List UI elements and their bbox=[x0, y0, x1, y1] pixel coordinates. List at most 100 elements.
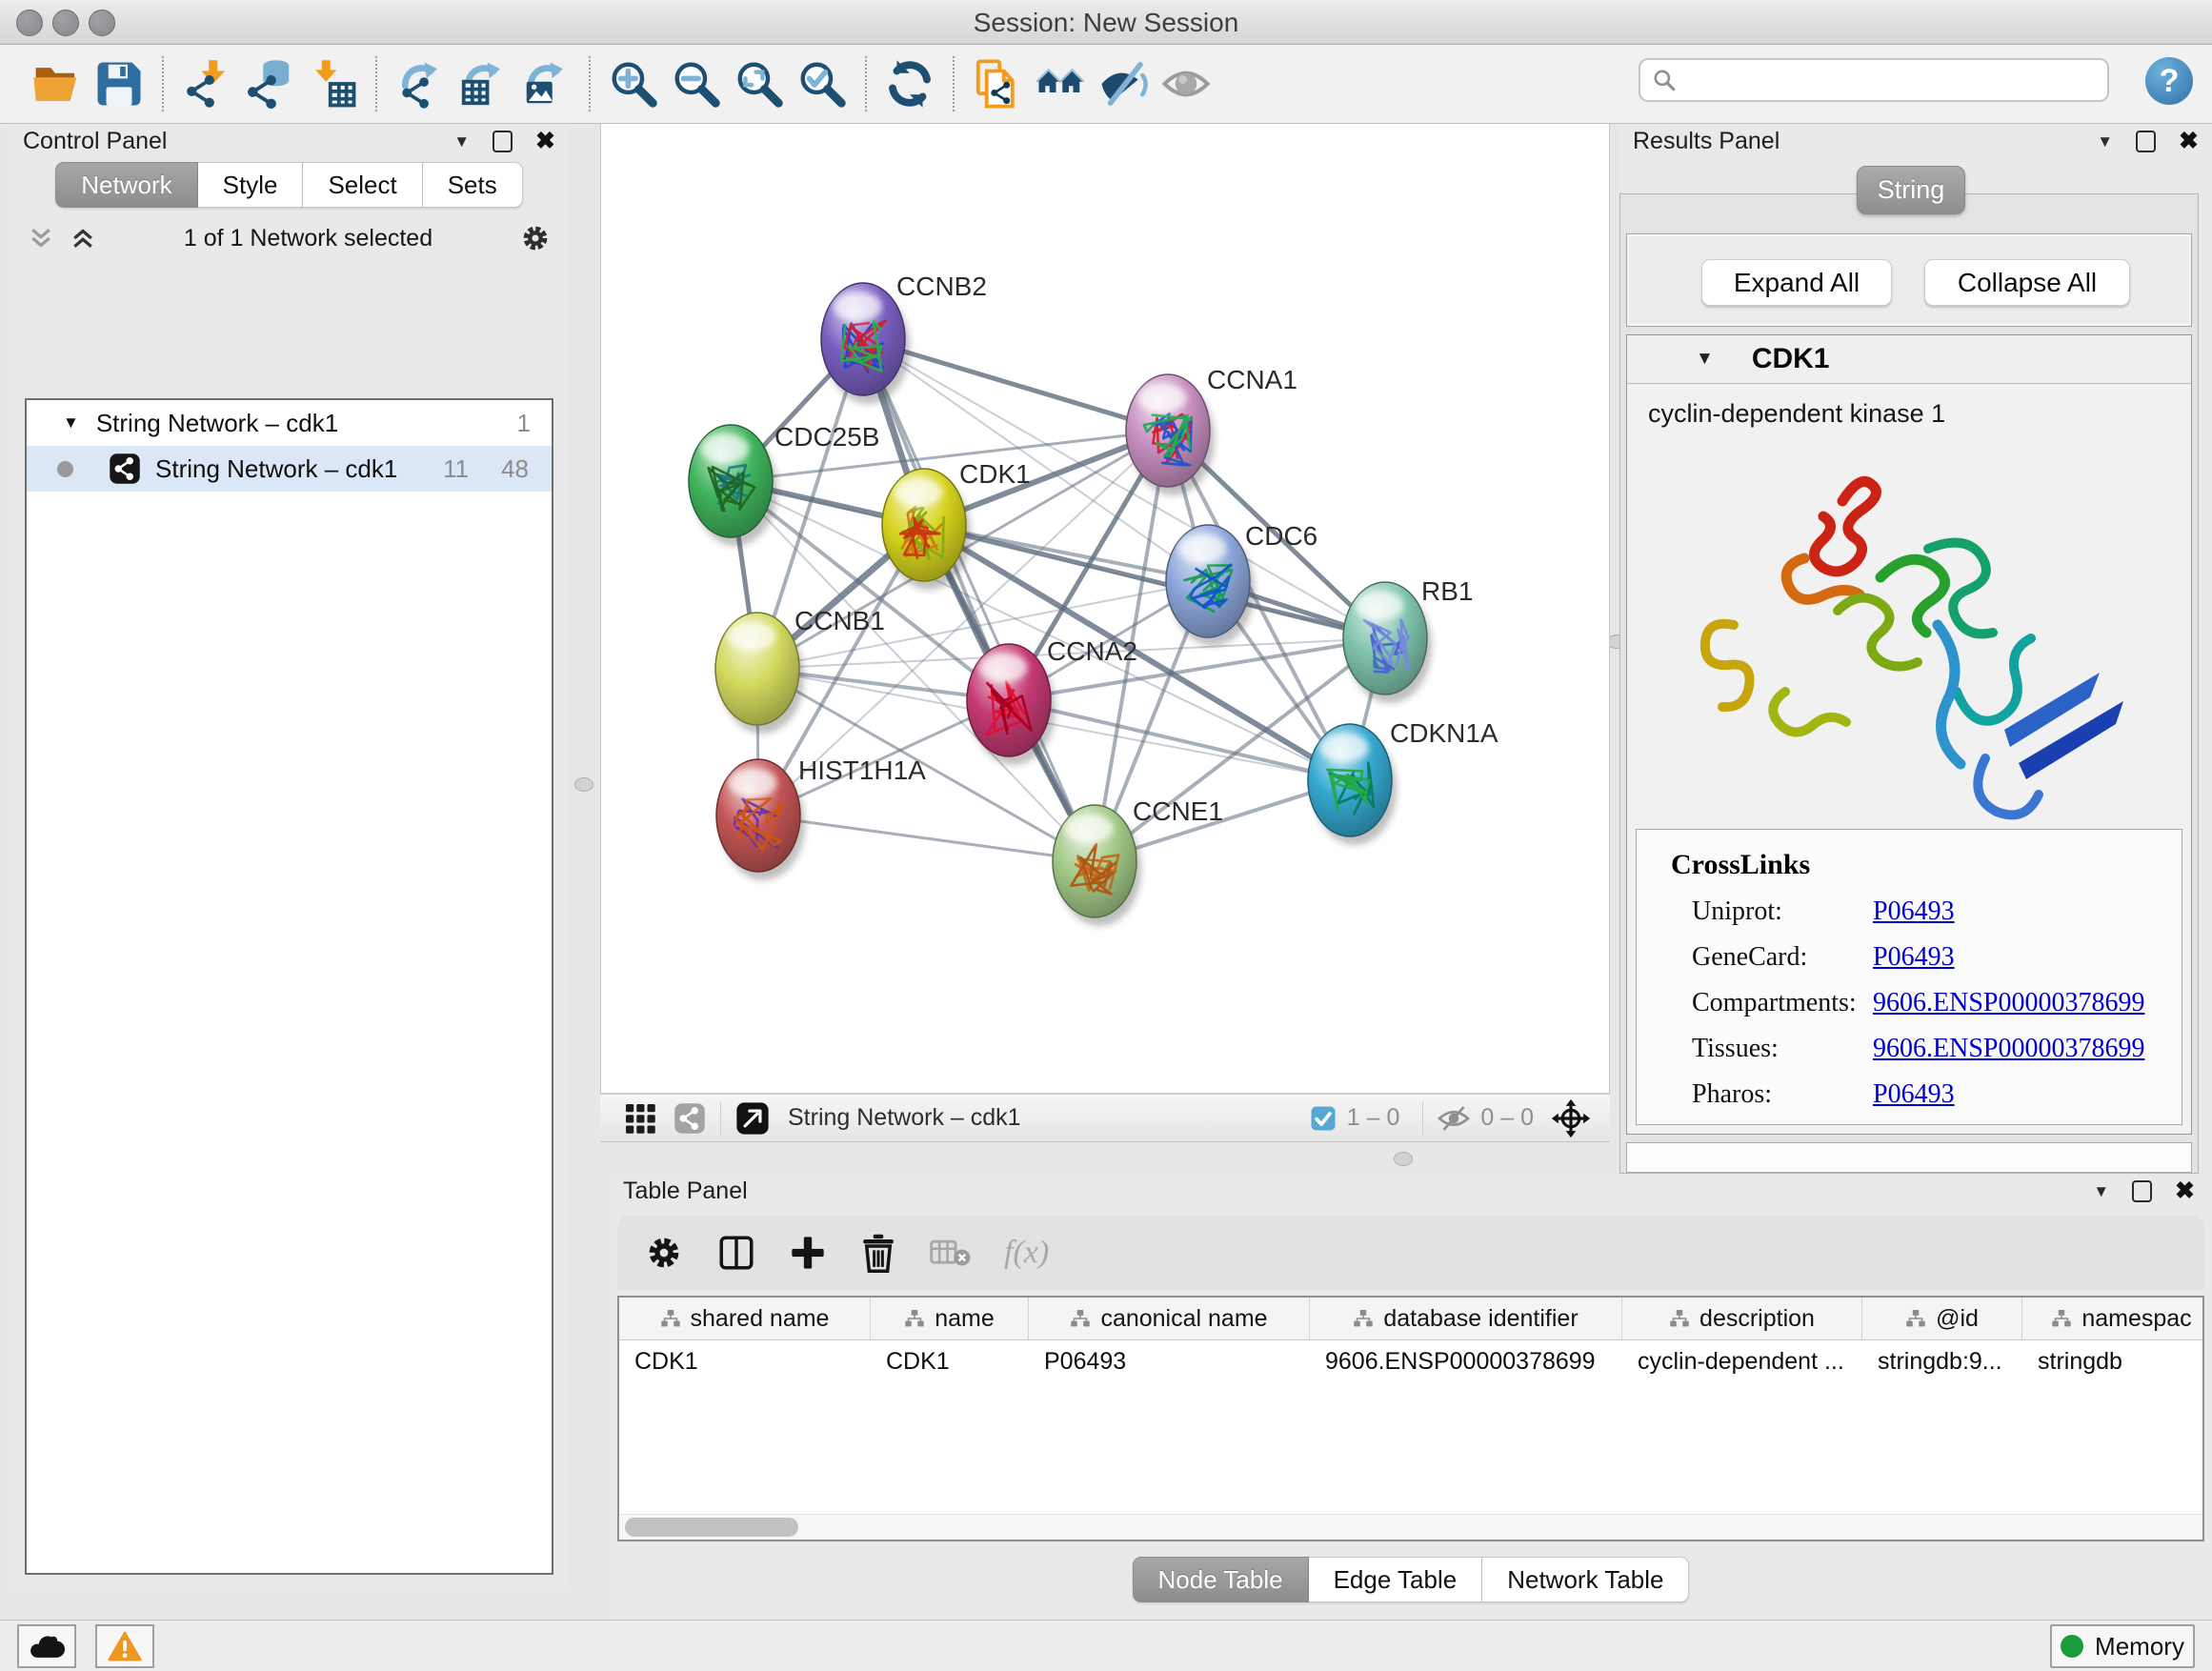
search-input[interactable] bbox=[1677, 66, 2107, 94]
table-cell[interactable]: stringdb bbox=[2022, 1340, 2212, 1382]
show-columns-icon[interactable] bbox=[716, 1233, 756, 1273]
panel-float-icon[interactable] bbox=[2136, 131, 2156, 152]
collapse-all-networks-icon[interactable] bbox=[27, 224, 55, 252]
network-node-CDC25B[interactable]: CDC25B bbox=[689, 422, 879, 546]
node-label: CCNE1 bbox=[1133, 796, 1223, 826]
show-all-button[interactable] bbox=[1155, 54, 1217, 113]
network-node-CCNA1[interactable]: CCNA1 bbox=[1126, 365, 1297, 495]
crosslink-link[interactable]: 9606.ENSP00000378699 bbox=[1873, 988, 2144, 1018]
help-button[interactable]: ? bbox=[2145, 57, 2193, 105]
navigator-crosshair-icon[interactable] bbox=[1551, 1098, 1591, 1138]
column-header-description[interactable]: description bbox=[1622, 1298, 1862, 1339]
tab-network-table[interactable]: Network Table bbox=[1482, 1557, 1689, 1602]
table-cell[interactable]: stringdb:9... bbox=[1862, 1340, 2022, 1382]
import-network-from-file-button[interactable] bbox=[175, 54, 238, 113]
panel-float-icon[interactable] bbox=[2132, 1180, 2152, 1202]
results-scrollbar[interactable] bbox=[1626, 1142, 2192, 1173]
network-view-icon[interactable] bbox=[673, 1101, 707, 1136]
share-session-file-button[interactable] bbox=[966, 54, 1029, 113]
cloud-status-button[interactable] bbox=[17, 1624, 76, 1668]
column-header-database-identifier[interactable]: database identifier bbox=[1310, 1298, 1622, 1339]
export-image-button[interactable] bbox=[514, 54, 577, 113]
network-collection-row[interactable]: ▼ String Network – cdk1 1 bbox=[27, 400, 552, 446]
network-edge[interactable] bbox=[758, 815, 1095, 861]
tab-edge-table[interactable]: Edge Table bbox=[1309, 1557, 1483, 1602]
panel-close-icon[interactable]: ✖ bbox=[2179, 130, 2199, 153]
table-cell[interactable]: P06493 bbox=[1029, 1340, 1310, 1382]
status-bar: Memory bbox=[0, 1620, 2212, 1671]
scrollbar-thumb[interactable] bbox=[625, 1518, 798, 1537]
create-column-plus-icon[interactable] bbox=[789, 1234, 827, 1272]
tab-network[interactable]: Network bbox=[55, 162, 197, 208]
import-network-from-database-button[interactable] bbox=[238, 54, 301, 113]
network-node-CDKN1A[interactable]: CDKN1A bbox=[1308, 718, 1498, 845]
table-cell[interactable]: cyclin-dependent ... bbox=[1622, 1340, 1862, 1382]
panel-collapse-icon[interactable]: ▼ bbox=[453, 133, 470, 150]
table-options-gear-icon[interactable] bbox=[644, 1233, 684, 1273]
table-row[interactable]: CDK1CDK1P064939606.ENSP00000378699cyclin… bbox=[619, 1340, 2202, 1382]
crosslink-link[interactable]: P06493 bbox=[1873, 942, 1955, 973]
panel-collapse-icon[interactable]: ▼ bbox=[2097, 133, 2113, 150]
expand-all-button[interactable]: Expand All bbox=[1701, 259, 1892, 306]
tab-node-table[interactable]: Node Table bbox=[1133, 1557, 1309, 1602]
column-header-shared-name[interactable]: shared name bbox=[619, 1298, 871, 1339]
selected-nodes-checkbox-icon[interactable] bbox=[1309, 1104, 1337, 1133]
panel-collapse-icon[interactable]: ▼ bbox=[2093, 1183, 2109, 1199]
hide-selected-button[interactable] bbox=[1092, 54, 1155, 113]
column-header-name[interactable]: name bbox=[871, 1298, 1029, 1339]
export-table-button[interactable] bbox=[452, 54, 514, 113]
tab-style[interactable]: Style bbox=[198, 162, 304, 208]
panel-close-icon[interactable]: ✖ bbox=[2175, 1179, 2195, 1203]
zoom-fit-content-button[interactable] bbox=[728, 54, 791, 113]
network-node-CCNE1[interactable]: CCNE1 bbox=[1053, 796, 1223, 926]
column-header-canonical-name[interactable]: canonical name bbox=[1029, 1298, 1310, 1339]
tree-expand-icon[interactable]: ▼ bbox=[63, 413, 79, 433]
network-node-CCNA2[interactable]: CCNA2 bbox=[967, 636, 1137, 765]
birds-eye-view-icon[interactable] bbox=[734, 1100, 771, 1137]
import-table-from-file-button[interactable] bbox=[301, 54, 364, 113]
network-edge[interactable] bbox=[1009, 700, 1350, 780]
return-to-home-button[interactable] bbox=[1029, 54, 1092, 113]
panel-close-icon[interactable]: ✖ bbox=[535, 130, 555, 153]
network-node-HIST1H1A[interactable]: HIST1H1A bbox=[716, 755, 926, 880]
panel-float-icon[interactable] bbox=[493, 131, 513, 152]
open-session-button[interactable] bbox=[25, 54, 88, 113]
network-graph[interactable]: CCNB2 CCNA1 CDC25B CDK1 CDC6 RB1 CCNB1 C… bbox=[601, 124, 1609, 1092]
column-header-namespac[interactable]: namespac bbox=[2022, 1298, 2212, 1339]
network-row[interactable]: String Network – cdk1 11 48 bbox=[27, 446, 552, 492]
export-network-button[interactable] bbox=[389, 54, 452, 113]
network-node-CCNB2[interactable]: CCNB2 bbox=[821, 272, 987, 404]
column-header--id[interactable]: @id bbox=[1862, 1298, 2022, 1339]
table-horizontal-scrollbar[interactable] bbox=[619, 1514, 2202, 1540]
section-expand-icon[interactable]: ▼ bbox=[1696, 349, 1714, 370]
table-cell[interactable]: CDK1 bbox=[619, 1340, 871, 1382]
horizontal-splitter-handle[interactable] bbox=[1394, 1152, 1413, 1166]
expand-all-networks-icon[interactable] bbox=[69, 224, 97, 252]
memory-button[interactable]: Memory bbox=[2050, 1624, 2195, 1668]
tab-sets[interactable]: Sets bbox=[423, 162, 523, 208]
delete-column-trash-icon[interactable] bbox=[859, 1233, 897, 1273]
crosslink-link[interactable]: P06493 bbox=[1873, 896, 1955, 927]
left-splitter-handle[interactable] bbox=[574, 777, 593, 792]
grid-view-icon[interactable] bbox=[623, 1101, 657, 1136]
network-view-canvas[interactable]: CCNB2 CCNA1 CDC25B CDK1 CDC6 RB1 CCNB1 C… bbox=[600, 124, 1610, 1094]
network-node-CDC6[interactable]: CDC6 bbox=[1166, 521, 1317, 646]
zoom-out-button[interactable] bbox=[665, 54, 728, 113]
network-node-CCNB1[interactable]: CCNB1 bbox=[715, 606, 885, 734]
tab-select[interactable]: Select bbox=[303, 162, 422, 208]
warning-status-button[interactable] bbox=[95, 1624, 154, 1668]
node-section-header[interactable]: ▼ CDK1 bbox=[1627, 335, 2191, 384]
crosslink-link[interactable]: P06493 bbox=[1873, 1079, 1955, 1110]
save-session-button[interactable] bbox=[88, 54, 151, 113]
zoom-in-button[interactable] bbox=[602, 54, 665, 113]
toolbar-search[interactable] bbox=[1639, 58, 2109, 102]
zoom-selected-button[interactable] bbox=[791, 54, 854, 113]
collapse-all-button[interactable]: Collapse All bbox=[1924, 259, 2130, 306]
network-options-gear-icon[interactable] bbox=[519, 222, 552, 254]
crosslink-link[interactable]: 9606.ENSP00000378699 bbox=[1873, 1034, 2144, 1064]
tab-string[interactable]: String bbox=[1857, 166, 1965, 214]
network-node-RB1[interactable]: RB1 bbox=[1343, 576, 1473, 703]
table-cell[interactable]: 9606.ENSP00000378699 bbox=[1310, 1340, 1622, 1382]
refresh-network-button[interactable] bbox=[878, 54, 941, 113]
table-cell[interactable]: CDK1 bbox=[871, 1340, 1029, 1382]
